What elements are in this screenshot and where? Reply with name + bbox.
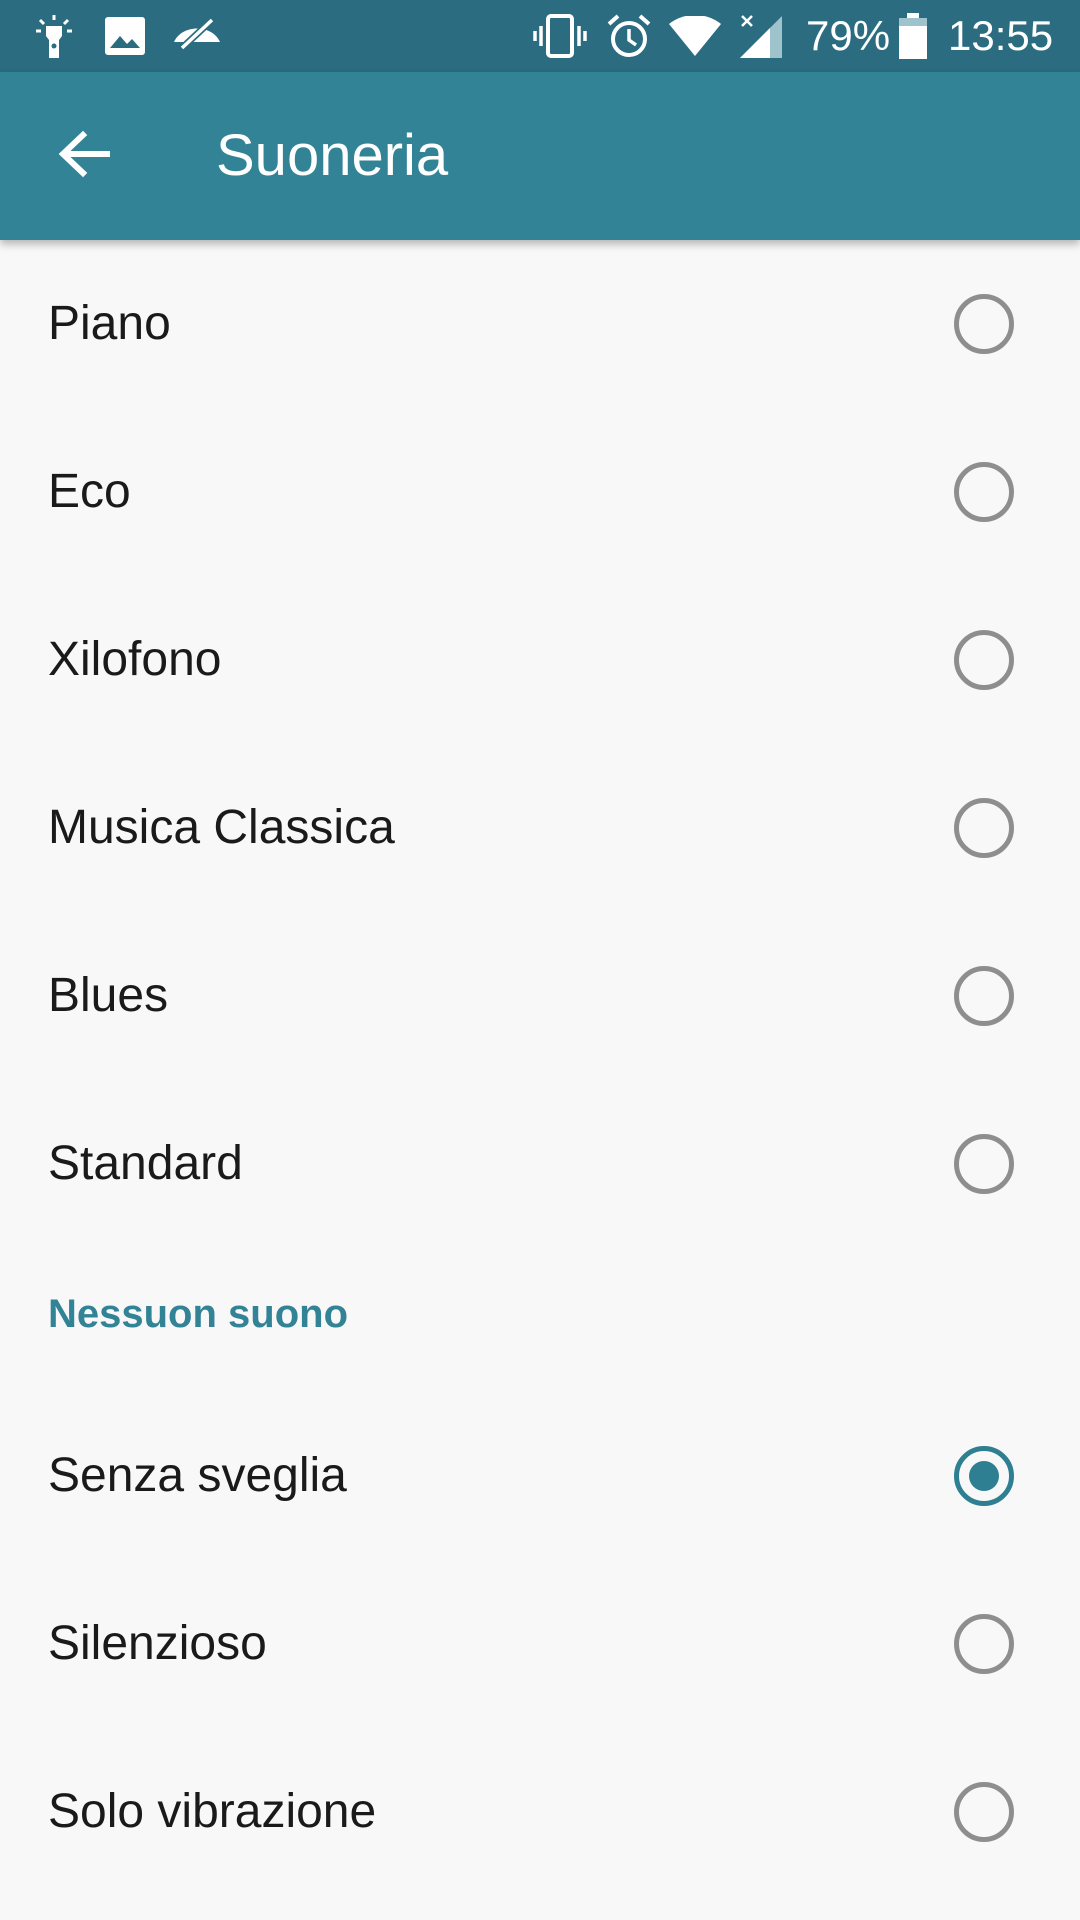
back-button[interactable] (40, 112, 128, 200)
list-item-label: Solo vibrazione (48, 1785, 377, 1838)
radio-button[interactable] (954, 294, 1014, 354)
list-item-label: Musica Classica (48, 801, 395, 854)
radio-button[interactable] (954, 630, 1014, 690)
signal-icon (738, 14, 784, 58)
status-bar: 79% 13:55 (0, 0, 1080, 72)
eye-off-icon (172, 16, 222, 60)
list-item-label: Senza sveglia (48, 1449, 347, 1502)
list-item-solo-vibrazione[interactable]: Solo vibrazione (0, 1728, 1080, 1896)
radio-button[interactable] (954, 1614, 1014, 1674)
clock: 13:55 (948, 12, 1054, 59)
vibrate-icon (532, 14, 588, 58)
list-item-standard[interactable]: Standard (0, 1080, 1080, 1248)
radio-button[interactable] (954, 462, 1014, 522)
list-item-label: Blues (48, 969, 169, 1022)
app-bar: Suoneria (0, 72, 1080, 240)
ringtone-list: Piano Eco Xilofono Musica Classica Blues… (0, 240, 1080, 1896)
battery-percent: 79% (806, 12, 891, 59)
list-item-label: Xilofono (48, 633, 222, 686)
radio-button[interactable] (954, 1134, 1014, 1194)
radio-button[interactable] (954, 966, 1014, 1026)
section-header-no-sound: Nessuon suono (0, 1248, 1080, 1392)
image-icon (104, 16, 146, 60)
section-header-label: Nessuon suono (48, 1292, 349, 1336)
list-item-senza-sveglia[interactable]: Senza sveglia (0, 1392, 1080, 1560)
list-item-label: Silenzioso (48, 1617, 267, 1670)
list-item-xilofono[interactable]: Xilofono (0, 576, 1080, 744)
list-item-label: Standard (48, 1137, 243, 1190)
arrow-back-icon (57, 130, 111, 183)
list-item-musica-classica[interactable]: Musica Classica (0, 744, 1080, 912)
list-item-piano[interactable]: Piano (0, 240, 1080, 408)
list-item-label: Eco (48, 465, 131, 518)
radio-button[interactable] (954, 1782, 1014, 1842)
list-item-label: Piano (48, 297, 171, 350)
list-item-blues[interactable]: Blues (0, 912, 1080, 1080)
radio-button[interactable] (954, 798, 1014, 858)
flashlight-icon (34, 14, 74, 58)
list-item-eco[interactable]: Eco (0, 408, 1080, 576)
radio-button-selected[interactable] (954, 1446, 1014, 1506)
page-title: Suoneria (216, 123, 449, 188)
alarm-icon (606, 14, 652, 58)
battery-icon (898, 12, 928, 59)
list-item-silenzioso[interactable]: Silenzioso (0, 1560, 1080, 1728)
wifi-icon (668, 16, 722, 60)
